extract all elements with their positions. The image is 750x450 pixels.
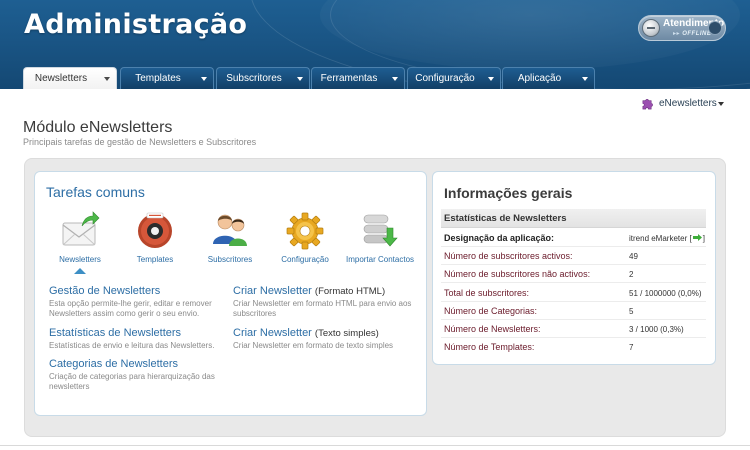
stats-value: 2 [629, 270, 634, 279]
gear-icon [285, 210, 325, 250]
link-block-gestao: Gestão de Newsletters Esta opção permite… [49, 285, 212, 319]
gestao-newsletters-link[interactable]: Gestão de Newsletters [49, 285, 212, 297]
chevron-down-icon[interactable] [297, 77, 303, 81]
support-button[interactable]: Atendimento ▸▸ OFFLINE [638, 15, 726, 41]
general-info-title: Informações gerais [444, 185, 573, 201]
module-selector-label: eNewsletters [659, 98, 717, 109]
stats-row: Número de Templates: 7 [441, 338, 706, 356]
puzzle-icon [642, 99, 653, 110]
action-subscritores[interactable]: Subscritores [208, 210, 252, 264]
stats-value: 7 [629, 343, 634, 352]
chevron-down-icon[interactable] [392, 77, 398, 81]
criar-newsletter-texto-link[interactable]: Criar Newsletter (Texto simples) [233, 327, 393, 339]
stats-row: Número de Newsletters: 3 / 1000 (0,3%) [441, 320, 706, 338]
page-title: Módulo eNewsletters [23, 119, 173, 136]
chevron-down-icon[interactable] [104, 77, 110, 81]
action-configuracao[interactable]: Configuração [281, 210, 329, 264]
tab-aplicacao[interactable]: Aplicação [502, 67, 595, 89]
stats-value: 49 [629, 252, 638, 261]
common-tasks-title: Tarefas comuns [46, 184, 145, 200]
categorias-newsletters-link[interactable]: Categorias de Newsletters [49, 358, 215, 370]
stats-row: Número de Categorias: 5 [441, 302, 706, 320]
status-indicator-icon [708, 21, 722, 35]
action-newsletters[interactable]: Newsletters [59, 210, 101, 274]
link-description: Criar Newsletter em formato HTML para en… [233, 299, 412, 318]
chevron-down-icon[interactable] [201, 77, 207, 81]
stats-label: Número de Templates: [444, 342, 535, 352]
stats-value: 51 / 1000000 (0,0%) [629, 289, 702, 298]
link-block-estatisticas: Estatísticas de Newsletters Estatísticas… [49, 327, 214, 351]
action-label: Importar Contactos [345, 255, 415, 264]
chevron-down-icon[interactable] [718, 102, 724, 106]
link-description: Esta opção permite-lhe gerir, editar e r… [49, 299, 212, 318]
criar-newsletter-html-link[interactable]: Criar Newsletter (Formato HTML) [233, 285, 411, 297]
template-disc-icon [135, 210, 175, 250]
action-templates[interactable]: Templates [135, 210, 175, 264]
estatisticas-newsletters-link[interactable]: Estatísticas de Newsletters [49, 327, 214, 339]
arrow-right-icon[interactable] [692, 234, 702, 241]
stats-label: Número de Categorias: [444, 306, 538, 316]
stats-value: 3 / 1000 (0,3%) [629, 325, 684, 334]
link-block-criar-texto: Criar Newsletter (Texto simples) Criar N… [233, 327, 393, 351]
stats-row-app-name: Designação da aplicação: itrend eMarkete… [441, 229, 706, 247]
link-description: Criar Newsletter em formato de texto sim… [233, 341, 394, 350]
chevron-down-icon[interactable] [488, 77, 494, 81]
link-block-criar-html: Criar Newsletter (Formato HTML) Criar Ne… [233, 285, 411, 319]
stats-row: Número de subscritores não activos: 2 [441, 265, 706, 283]
footer-divider [0, 445, 750, 446]
tab-configuracao[interactable]: Configuração [407, 67, 501, 89]
stats-label: Total de subscritores: [444, 288, 530, 298]
stats-value: itrend eMarketer [] [629, 234, 705, 243]
tab-templates[interactable]: Templates [120, 67, 214, 89]
database-import-icon [360, 210, 400, 250]
link-description: Estatísticas de envio e leitura das News… [49, 341, 215, 350]
stats-label: Número de Newsletters: [444, 324, 541, 334]
link-description: Criação de categorias para hierarquizaçã… [49, 372, 215, 391]
support-status: ▸▸ OFFLINE [673, 31, 712, 37]
stats-label: Designação da aplicação: [444, 233, 555, 243]
stats-label: Número de subscritores activos: [444, 251, 573, 261]
app-title: Administração [24, 9, 248, 40]
users-icon [210, 210, 250, 250]
headset-icon [642, 19, 660, 37]
action-importar-contactos[interactable]: Importar Contactos [346, 210, 414, 264]
stats-row: Total de subscritores: 51 / 1000000 (0,0… [441, 284, 706, 302]
stats-table-header: Estatísticas de Newsletters [441, 209, 706, 228]
link-block-categorias: Categorias de Newsletters Criação de cat… [49, 358, 215, 392]
tab-ferramentas[interactable]: Ferramentas [311, 67, 405, 89]
stats-label: Número de subscritores não activos: [444, 269, 591, 279]
tab-newsletters[interactable]: Newsletters [23, 67, 117, 89]
page-subtitle: Principais tarefas de gestão de Newslett… [23, 137, 257, 147]
envelope-icon [60, 210, 100, 250]
selected-indicator-icon [74, 268, 86, 274]
chevron-down-icon[interactable] [582, 77, 588, 81]
tab-subscritores[interactable]: Subscritores [216, 67, 310, 89]
stats-row: Número de subscritores activos: 49 [441, 247, 706, 265]
stats-value: 5 [629, 307, 634, 316]
